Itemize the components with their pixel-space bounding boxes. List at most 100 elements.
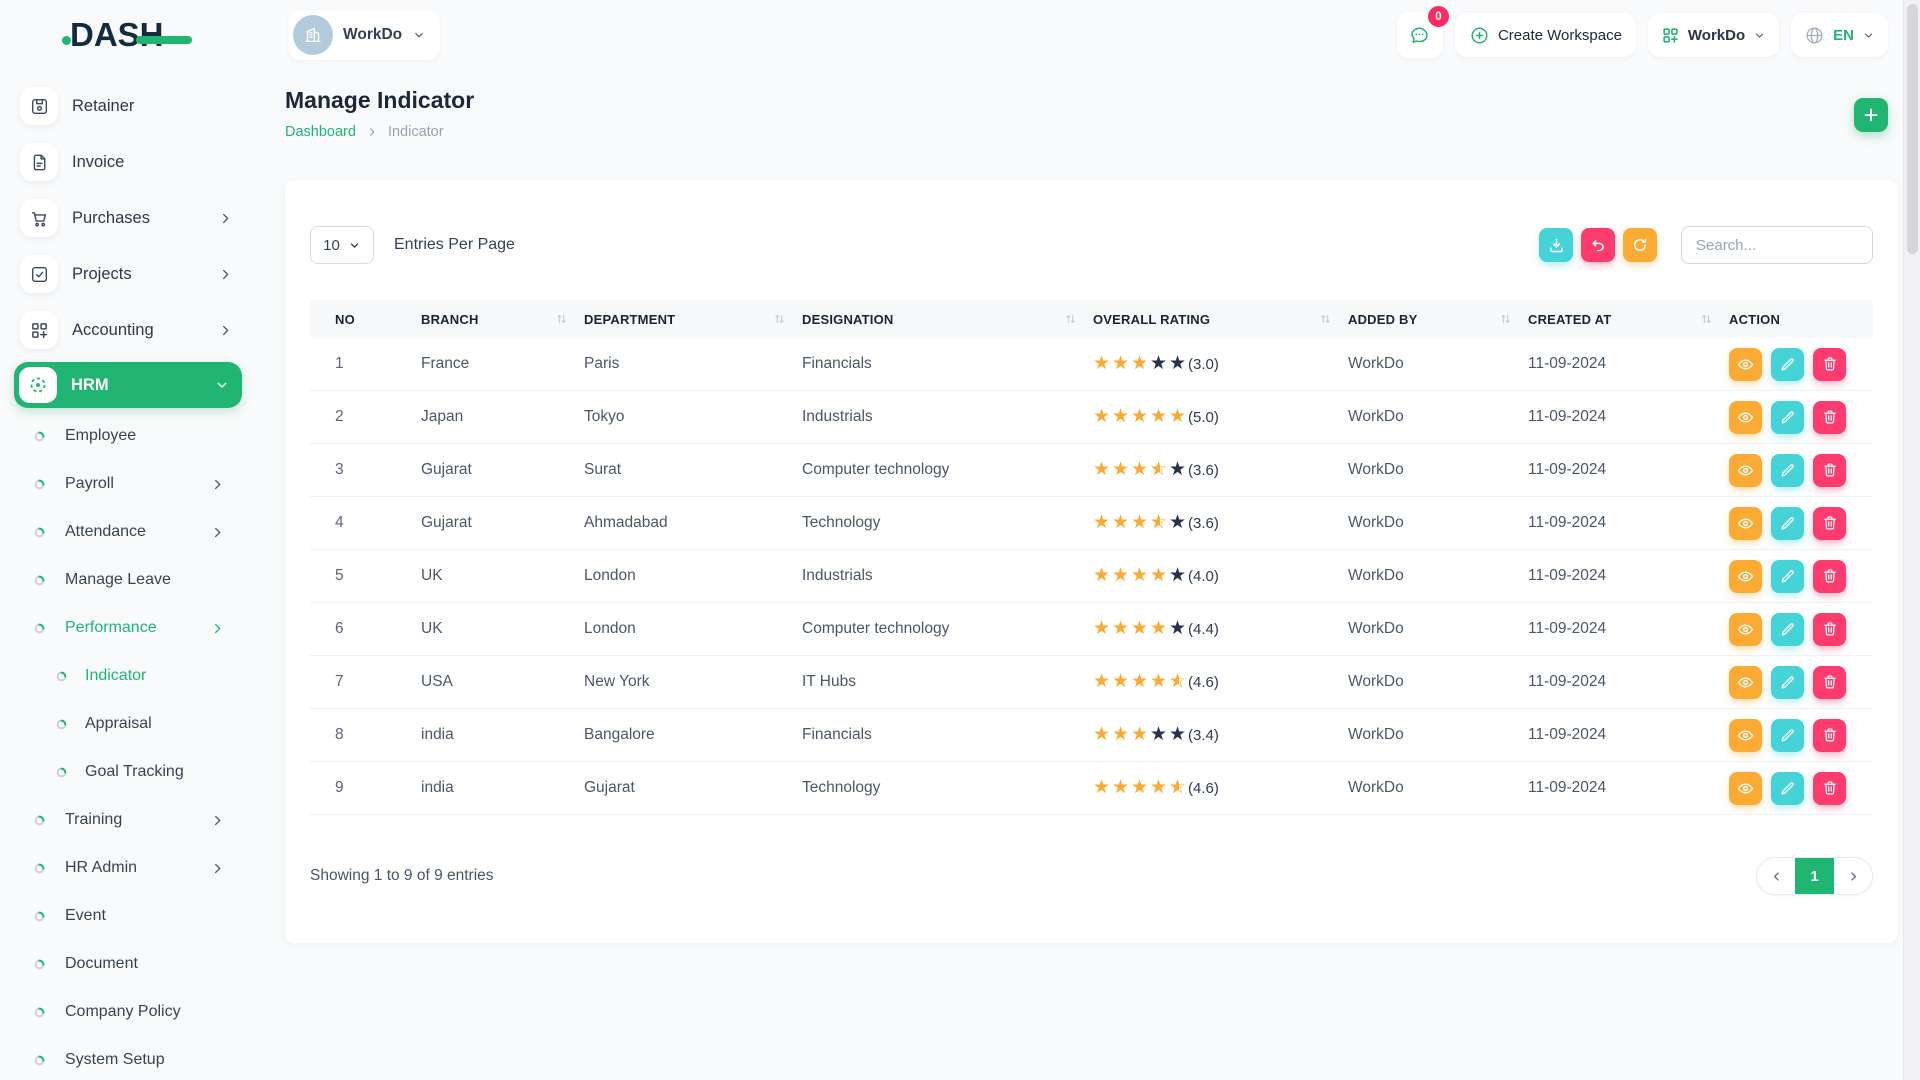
sidebar-item-appraisal[interactable]: Appraisal	[0, 700, 285, 748]
star-icon	[1169, 724, 1188, 746]
edit-button[interactable]	[1771, 560, 1804, 593]
row-actions	[1729, 454, 1846, 487]
pencil-icon	[1779, 515, 1796, 532]
messages-button[interactable]: 0	[1397, 12, 1443, 58]
cell-no: 7	[310, 673, 421, 691]
column-header-no: NO	[310, 312, 421, 327]
bullet-icon	[34, 815, 45, 826]
page-1-button[interactable]: 1	[1795, 858, 1834, 894]
sidebar-item-purchases[interactable]: Purchases	[0, 190, 285, 246]
sidebar-item-company-policy[interactable]: Company Policy	[0, 988, 285, 1036]
sidebar-item-document[interactable]: Document	[0, 940, 285, 988]
language-selector[interactable]: EN	[1791, 13, 1888, 57]
delete-button[interactable]	[1813, 507, 1846, 540]
retainer-icon	[20, 87, 58, 125]
create-workspace-button[interactable]: Create Workspace	[1455, 13, 1636, 57]
column-header-created-at[interactable]: CREATED AT	[1528, 312, 1729, 327]
rating-value: (4.4)	[1188, 621, 1219, 638]
cell-rating: (4.0)	[1093, 565, 1348, 587]
rating-value: (3.0)	[1188, 356, 1219, 373]
page-scrollbar[interactable]	[1903, 0, 1920, 1080]
add-indicator-button[interactable]	[1854, 98, 1888, 132]
column-header-designation[interactable]: DESIGNATION	[802, 312, 1093, 327]
view-button[interactable]	[1729, 454, 1762, 487]
column-header-branch[interactable]: BRANCH	[421, 312, 584, 327]
view-button[interactable]	[1729, 401, 1762, 434]
bullet-icon	[34, 1055, 45, 1066]
star-icon	[1150, 459, 1169, 481]
entries-per-page-value: 10	[323, 237, 340, 254]
chevron-down-icon	[214, 377, 230, 393]
cell-branch: india	[421, 726, 584, 744]
edit-button[interactable]	[1771, 666, 1804, 699]
edit-button[interactable]	[1771, 454, 1804, 487]
rating-value: (4.6)	[1188, 780, 1219, 797]
next-page-button[interactable]	[1834, 858, 1872, 894]
sidebar-item-payroll[interactable]: Payroll	[0, 460, 285, 508]
scrollbar-thumb[interactable]	[1907, 4, 1918, 254]
sidebar-item-goal-tracking[interactable]: Goal Tracking	[0, 748, 285, 796]
sidebar-item-manage-leave[interactable]: Manage Leave	[0, 556, 285, 604]
sidebar-item-training[interactable]: Training	[0, 796, 285, 844]
eye-icon	[1736, 673, 1755, 692]
cell-branch: india	[421, 779, 584, 797]
edit-button[interactable]	[1771, 401, 1804, 434]
view-button[interactable]	[1729, 613, 1762, 646]
view-button[interactable]	[1729, 772, 1762, 805]
workspace-switcher[interactable]: WorkDo	[288, 10, 440, 60]
view-button[interactable]	[1729, 560, 1762, 593]
cell-branch: Japan	[421, 408, 584, 426]
brand-logo[interactable]: DASH	[0, 0, 285, 70]
chevron-right-icon	[210, 813, 225, 828]
cell-added-by: WorkDo	[1348, 514, 1528, 532]
language-label: EN	[1833, 27, 1854, 44]
view-button[interactable]	[1729, 719, 1762, 752]
delete-button[interactable]	[1813, 666, 1846, 699]
entries-per-page-select[interactable]: 10	[310, 226, 374, 264]
sidebar-item-employee[interactable]: Employee	[0, 412, 285, 460]
sidebar-item-event[interactable]: Event	[0, 892, 285, 940]
sidebar-item-attendance[interactable]: Attendance	[0, 508, 285, 556]
export-button[interactable]	[1539, 228, 1573, 262]
delete-button[interactable]	[1813, 454, 1846, 487]
edit-button[interactable]	[1771, 348, 1804, 381]
pencil-icon	[1779, 621, 1796, 638]
cell-rating: (3.6)	[1093, 512, 1348, 534]
workdo-apps-button[interactable]: WorkDo	[1648, 13, 1779, 57]
sidebar-item-projects[interactable]: Projects	[0, 246, 285, 302]
edit-button[interactable]	[1771, 613, 1804, 646]
breadcrumb-dashboard-link[interactable]: Dashboard	[285, 122, 356, 142]
cell-department: Gujarat	[584, 779, 802, 797]
sidebar-item-system-setup[interactable]: System Setup	[0, 1036, 285, 1080]
delete-button[interactable]	[1813, 613, 1846, 646]
reset-button[interactable]	[1581, 228, 1615, 262]
edit-button[interactable]	[1771, 719, 1804, 752]
view-button[interactable]	[1729, 507, 1762, 540]
view-button[interactable]	[1729, 666, 1762, 699]
sidebar-item-retainer[interactable]: Retainer	[0, 78, 285, 134]
star-icon	[1131, 618, 1150, 640]
sidebar-item-hrm[interactable]: HRM	[0, 358, 285, 412]
view-button[interactable]	[1729, 348, 1762, 381]
sidebar-item-hr-admin[interactable]: HR Admin	[0, 844, 285, 892]
edit-button[interactable]	[1771, 772, 1804, 805]
sidebar-item-invoice[interactable]: Invoice	[0, 134, 285, 190]
delete-button[interactable]	[1813, 560, 1846, 593]
sidebar-item-indicator[interactable]: Indicator	[0, 652, 285, 700]
prev-page-button[interactable]	[1757, 858, 1795, 894]
edit-button[interactable]	[1771, 507, 1804, 540]
refresh-button[interactable]	[1623, 228, 1657, 262]
chevron-down-icon	[348, 239, 361, 252]
column-header-added-by[interactable]: ADDED BY	[1348, 312, 1528, 327]
search-input[interactable]	[1681, 226, 1873, 264]
star-icon	[1150, 777, 1169, 799]
delete-button[interactable]	[1813, 401, 1846, 434]
sidebar-item-performance[interactable]: Performance	[0, 604, 285, 652]
delete-button[interactable]	[1813, 772, 1846, 805]
delete-button[interactable]	[1813, 719, 1846, 752]
column-header-department[interactable]: DEPARTMENT	[584, 312, 802, 327]
column-header-overall-rating[interactable]: OVERALL RATING	[1093, 312, 1348, 327]
delete-button[interactable]	[1813, 348, 1846, 381]
sort-icon	[1319, 313, 1332, 326]
sidebar-item-accounting[interactable]: Accounting	[0, 302, 285, 358]
